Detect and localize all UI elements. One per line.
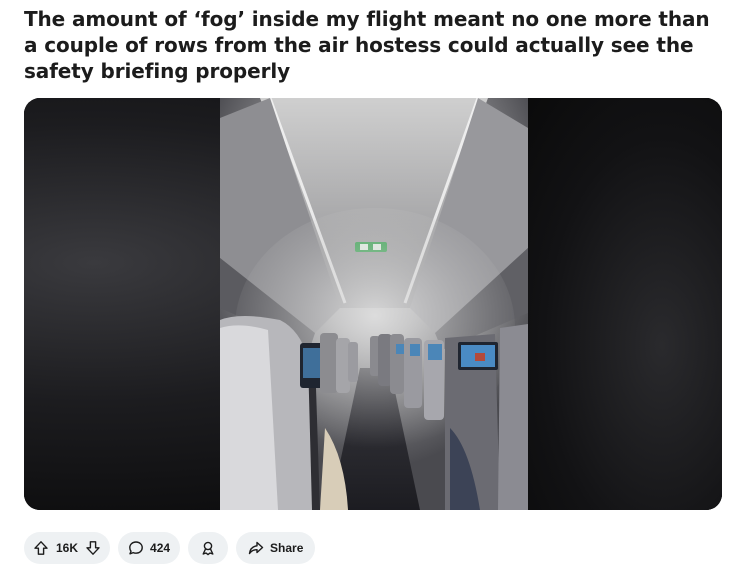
vote-count: 16K	[56, 541, 79, 555]
upvote-button[interactable]	[32, 539, 50, 557]
cabin-illustration	[220, 98, 528, 510]
award-icon	[202, 541, 214, 556]
arrow-up-icon	[34, 541, 48, 555]
seatback-screen-left	[303, 348, 322, 378]
comments-button[interactable]: 424	[118, 532, 181, 564]
cabin-photo	[220, 98, 528, 510]
comment-count: 424	[150, 541, 171, 555]
share-button[interactable]: Share	[236, 532, 316, 564]
award-button[interactable]	[188, 532, 229, 564]
vote-control: 16K	[24, 532, 111, 564]
comment-bubble-icon	[129, 541, 143, 555]
arrow-down-icon	[86, 541, 100, 555]
post-title[interactable]: The amount of ‘fog’ inside my flight mea…	[24, 6, 724, 84]
share-arrow-icon	[248, 541, 264, 555]
downvote-button[interactable]	[84, 539, 102, 557]
post-action-bar: 16K 424 Share	[24, 532, 316, 564]
post-media[interactable]	[24, 98, 722, 510]
share-label: Share	[270, 541, 304, 555]
